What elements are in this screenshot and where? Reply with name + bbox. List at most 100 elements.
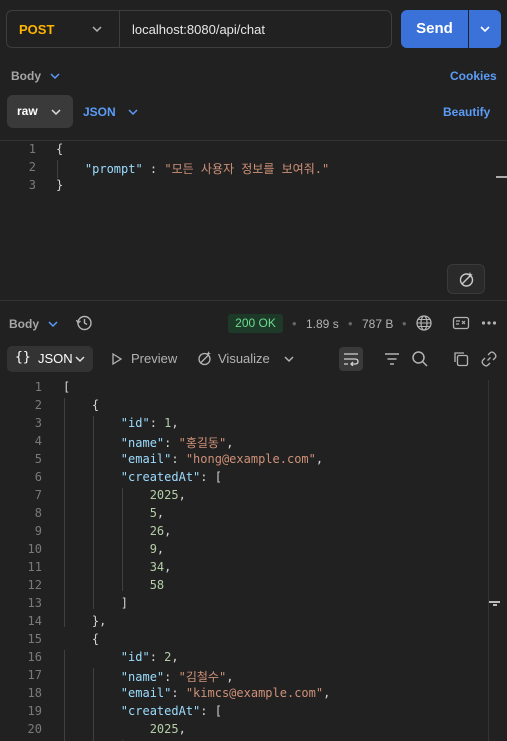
code-text: "email": "kimcs@example.com",: [63, 686, 331, 700]
code-text: {: [63, 632, 99, 646]
code-text: {: [56, 142, 63, 156]
request-body-editor[interactable]: 1{2 "prompt" : "모든 사용자 정보를 보여줘." 3}: [0, 142, 507, 292]
preview-tab[interactable]: Preview: [131, 351, 177, 366]
more-options-icon[interactable]: [481, 320, 497, 326]
code-token: ,: [323, 686, 331, 700]
link-icon[interactable]: [481, 351, 497, 367]
save-example-icon[interactable]: [452, 315, 470, 331]
wrap-lines-button[interactable]: [339, 347, 363, 371]
chevron-down-icon[interactable]: [89, 19, 105, 39]
code-token: ,: [164, 560, 172, 574]
code-token: "name": [63, 670, 165, 684]
code-token: 34: [63, 560, 165, 574]
divider: [0, 300, 507, 301]
code-token: :: [149, 416, 165, 430]
chevron-down-icon[interactable]: [47, 317, 59, 331]
code-text: "createdAt": [: [63, 470, 222, 484]
chevron-down-icon: [51, 109, 61, 116]
line-number: 12: [27, 578, 42, 592]
code-text: "email": "hong@example.com",: [63, 452, 323, 466]
history-icon[interactable]: [75, 314, 93, 332]
line-number: 8: [34, 506, 42, 520]
scrollbar-track[interactable]: [488, 380, 501, 741]
code-token: 58: [63, 578, 165, 592]
line-number: 1: [34, 380, 42, 394]
code-token: 5: [63, 506, 157, 520]
chevron-down-icon[interactable]: [127, 105, 139, 119]
indent-guide: [93, 668, 94, 741]
code-line: 10 9,: [0, 542, 488, 560]
chevron-down-icon: [75, 356, 85, 363]
code-token: }: [56, 178, 64, 192]
copy-icon[interactable]: [453, 351, 469, 367]
filter-icon[interactable]: [384, 352, 400, 366]
code-line: 12 58: [0, 578, 488, 596]
code-token: 26: [63, 524, 165, 538]
search-icon[interactable]: [411, 350, 429, 368]
line-number: 3: [28, 178, 36, 192]
request-body-tab[interactable]: Body: [11, 69, 41, 83]
ai-assist-button[interactable]: [447, 264, 485, 294]
separator-dot: •: [402, 316, 407, 331]
globe-icon[interactable]: [415, 314, 433, 332]
code-token: :: [149, 650, 165, 664]
code-line: 8 5,: [0, 506, 488, 524]
send-options-button[interactable]: [469, 10, 501, 48]
chevron-down-icon[interactable]: [49, 69, 61, 83]
code-text: }: [56, 178, 63, 192]
line-number: 17: [27, 668, 42, 682]
line-number: 3: [34, 416, 42, 430]
indent-guide: [64, 650, 65, 741]
line-number: 5: [34, 452, 42, 466]
code-token: "id": [63, 416, 150, 430]
line-number: 15: [27, 632, 42, 646]
code-text: 58: [63, 578, 164, 592]
response-format-label: JSON: [38, 351, 73, 366]
code-token: :: [164, 436, 179, 450]
response-time: 1.89 s: [306, 317, 339, 331]
code-line: 14 },: [0, 614, 488, 632]
code-token: {: [63, 632, 100, 646]
code-text: 34,: [63, 560, 172, 574]
scrollbar-marker: [496, 176, 507, 178]
indent-guide: [64, 398, 65, 627]
code-token: ,: [226, 670, 234, 684]
response-body-viewer[interactable]: 1[2 {3 "id": 1, 4 "name": "홍길동", 5 "email"…: [0, 378, 488, 741]
send-button[interactable]: Send: [401, 10, 468, 48]
body-format-select[interactable]: JSON: [83, 105, 116, 119]
code-text: "prompt" : "모든 사용자 정보를 보여줘.": [56, 160, 329, 177]
code-text: 9,: [63, 542, 164, 556]
indent-guide: [57, 160, 58, 178]
body-mode-label: raw: [17, 104, 38, 118]
line-number: 20: [27, 722, 42, 736]
url-input[interactable]: localhost:8080/api/chat: [132, 22, 265, 37]
code-token: "모든 사용자 정보를 보여줘.": [164, 162, 330, 176]
line-number: 14: [27, 614, 42, 628]
code-token: "email": [63, 686, 172, 700]
beautify-button[interactable]: Beautify: [443, 105, 490, 119]
response-body-tab[interactable]: Body: [9, 317, 39, 331]
code-line: 4 "name": "홍길동",: [0, 434, 488, 452]
line-number: 9: [34, 524, 42, 538]
line-number: 1: [28, 142, 36, 156]
line-number: 18: [27, 686, 42, 700]
visualize-tab[interactable]: Visualize: [218, 351, 270, 366]
code-line: 3 "id": 1,: [0, 416, 488, 434]
divider: [119, 11, 120, 47]
chevron-down-icon: [480, 26, 490, 33]
code-token: ,: [226, 436, 234, 450]
code-token: [: [63, 380, 71, 394]
code-token: :: [142, 162, 165, 176]
code-line: 2 "prompt" : "모든 사용자 정보를 보여줘.": [0, 160, 507, 178]
code-text: "createdAt": [: [63, 704, 222, 718]
code-line: 6 "createdAt": [: [0, 470, 488, 488]
code-text: "name": "김철수",: [63, 668, 234, 685]
line-number: 2: [34, 398, 42, 412]
method-select[interactable]: POST: [19, 22, 54, 37]
braces-icon: {}: [15, 350, 31, 365]
line-number: 2: [28, 160, 36, 174]
code-text: [: [63, 380, 70, 394]
cookies-link[interactable]: Cookies: [450, 69, 497, 83]
chevron-down-icon[interactable]: [283, 352, 295, 366]
code-text: 2025,: [63, 722, 186, 736]
